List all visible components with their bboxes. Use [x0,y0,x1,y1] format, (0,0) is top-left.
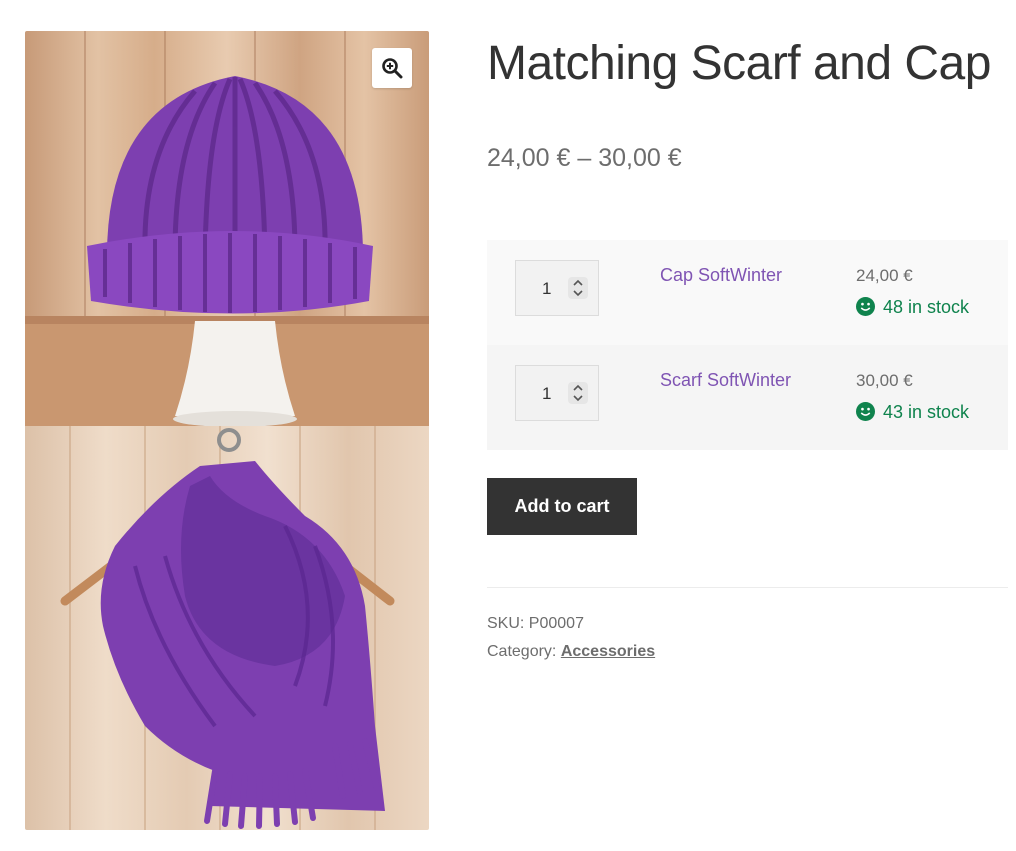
category-link[interactable]: Accessories [561,643,655,660]
cap-illustration [25,31,429,426]
smiley-icon [856,402,875,421]
category-label: Category: [487,643,557,660]
add-to-cart-button[interactable]: Add to cart [487,478,637,535]
product-price-range: 24,00 € – 30,00 € [487,144,682,172]
stock-status: 43 in stock [856,402,969,423]
up-down-arrows-icon [573,384,583,402]
quantity-value[interactable]: 1 [542,384,551,404]
sku-line: SKU: P00007 [487,610,655,638]
product-title: Matching Scarf and Cap [487,37,991,90]
smiley-icon [856,297,875,316]
quantity-stepper[interactable]: 1 [515,365,599,421]
stock-text: 43 in stock [883,402,970,422]
quantity-spinner[interactable] [568,277,588,299]
cap-photo[interactable] [25,31,429,426]
item-price: 24,00 € [856,266,913,285]
product-meta: SKU: P00007 Category: Accessories [487,610,655,666]
stock-text: 48 in stock [883,297,970,317]
product-link-cap[interactable]: Cap SoftWinter [660,265,782,286]
category-line: Category: Accessories [487,638,655,666]
grouped-product-row: 1 Cap SoftWinter 24,00 € 48 in stock [487,240,1008,345]
grouped-products-table: 1 Cap SoftWinter 24,00 € 48 in stock 1 S… [487,240,1008,450]
sku-value: P00007 [528,615,584,632]
item-price: 30,00 € [856,371,913,390]
quantity-stepper[interactable]: 1 [515,260,599,316]
magnifier-plus-icon [382,58,403,79]
stock-status: 48 in stock [856,297,969,318]
quantity-spinner[interactable] [568,382,588,404]
up-down-arrows-icon [573,279,583,297]
scarf-photo[interactable] [25,426,429,830]
divider [487,587,1008,588]
product-link-scarf[interactable]: Scarf SoftWinter [660,370,791,391]
quantity-value[interactable]: 1 [542,279,551,299]
product-gallery [25,31,429,830]
zoom-button[interactable] [372,48,412,88]
grouped-product-row: 1 Scarf SoftWinter 30,00 € 43 in stock [487,345,1008,450]
sku-label: SKU: [487,615,525,632]
scarf-illustration [60,426,395,830]
